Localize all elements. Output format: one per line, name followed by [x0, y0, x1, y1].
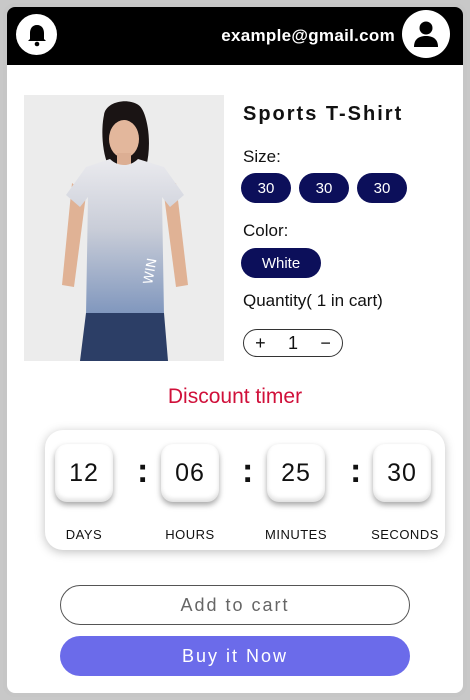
increase-button[interactable]: +: [248, 333, 272, 354]
user-email: example@gmail.com: [221, 26, 395, 45]
add-to-cart-button[interactable]: Add to cart: [60, 585, 410, 625]
profile-button[interactable]: [402, 10, 450, 58]
bell-icon: [27, 24, 46, 46]
product-image: WIN: [24, 95, 224, 361]
days-value: 12: [55, 444, 113, 502]
discount-timer-title: Discount timer: [167, 385, 303, 408]
minutes-label: MINUTES: [265, 527, 327, 542]
app-frame: example@gmail.com WIN Sports T-Shirt Siz…: [3, 3, 467, 697]
buy-now-button[interactable]: Buy it Now: [60, 636, 410, 676]
separator: :: [137, 452, 149, 490]
minutes-value: 25: [267, 444, 325, 502]
hours-label: HOURS: [165, 527, 215, 542]
size-option[interactable]: 30: [241, 173, 291, 203]
size-option[interactable]: 30: [357, 173, 407, 203]
hours-value: 06: [161, 444, 219, 502]
size-label: Size:: [243, 147, 281, 166]
separator: :: [242, 452, 254, 490]
quantity-label: Quantity( 1 in cart): [243, 291, 383, 310]
seconds-value: 30: [373, 444, 431, 502]
color-label: Color:: [243, 221, 289, 240]
color-option[interactable]: White: [241, 248, 321, 278]
size-option[interactable]: 30: [299, 173, 349, 203]
quantity-stepper: + 1 −: [243, 329, 343, 357]
product-title: Sports T-Shirt: [243, 103, 404, 125]
days-label: DAYS: [65, 527, 103, 542]
quantity-value: 1: [287, 332, 298, 353]
separator: :: [350, 452, 362, 490]
notification-button[interactable]: [16, 14, 57, 55]
top-bar: example@gmail.com: [7, 7, 463, 65]
countdown-card: 12 : 06 : 25 : 30 DAYS HOURS MINUTES SEC…: [45, 430, 445, 550]
decrease-button[interactable]: −: [314, 333, 338, 354]
user-icon: [414, 21, 438, 47]
seconds-label: SECONDS: [371, 527, 439, 542]
